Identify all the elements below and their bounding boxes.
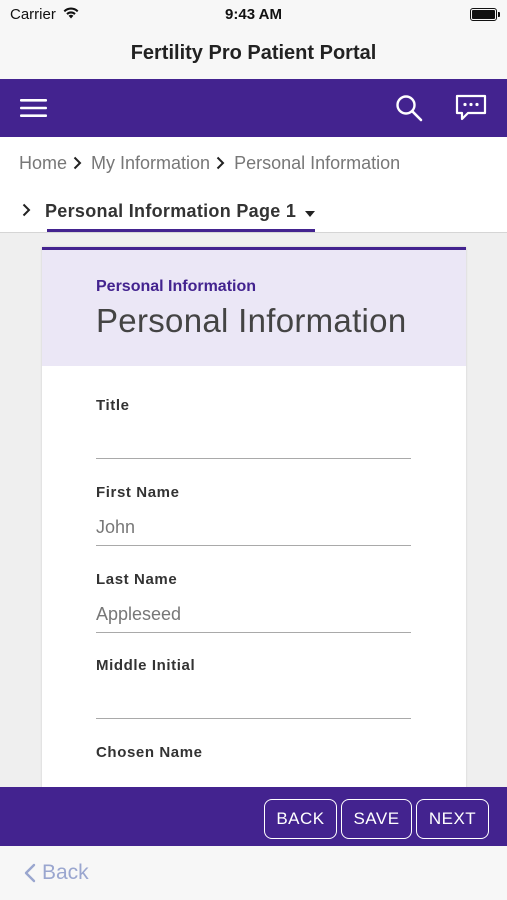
next-button[interactable]: NEXT [416, 799, 489, 839]
title-field: Title [96, 397, 411, 459]
card-subtitle: Personal Information [96, 278, 257, 295]
caret-down-icon [305, 211, 316, 217]
nav-back-link[interactable]: Back [24, 861, 89, 885]
nav-back-label: Back [42, 861, 89, 884]
page-selector-dropdown[interactable]: Personal Information Page 1 [22, 189, 316, 233]
first-name-input[interactable] [96, 510, 411, 546]
breadcrumb-personal-information: Personal Information [234, 152, 401, 173]
page-selector-underline [47, 229, 315, 232]
chevron-right-icon [22, 201, 31, 222]
hamburger-menu-icon[interactable] [20, 98, 47, 118]
last-name-label: Last Name [96, 571, 178, 588]
app-title: Fertility Pro Patient Portal [130, 42, 377, 64]
bottom-nav-bar: Back [0, 846, 507, 900]
title-label: Title [96, 397, 130, 414]
page-selector: Personal Information Page 1 [0, 189, 507, 233]
breadcrumb: Home My Information Personal Information [0, 137, 507, 189]
chevron-right-icon [73, 156, 82, 170]
card-title: Personal Information [96, 302, 407, 339]
chosen-name-label: Chosen Name [96, 744, 203, 761]
last-name-input[interactable] [96, 597, 411, 633]
card-header: Personal Information Personal Informatio… [42, 250, 466, 366]
breadcrumb-home[interactable]: Home [19, 153, 67, 174]
middle-initial-input[interactable] [96, 683, 411, 719]
bottom-action-bar: BACK SAVE NEXT [0, 787, 507, 846]
breadcrumb-my-information[interactable]: My Information [91, 153, 210, 174]
chevron-right-icon [216, 156, 225, 170]
nav-actions [395, 94, 487, 122]
wifi-icon [62, 6, 80, 23]
search-icon[interactable] [395, 94, 423, 122]
last-name-field: Last Name [96, 571, 411, 633]
middle-initial-label: Middle Initial [96, 657, 196, 674]
status-left: Carrier [10, 6, 80, 23]
chat-bubble-icon[interactable] [455, 94, 487, 122]
first-name-field: First Name [96, 484, 411, 546]
status-bar: Carrier 9:43 AM [0, 0, 507, 28]
back-button[interactable]: BACK [264, 799, 337, 839]
form-card: Personal Information Personal Informatio… [42, 247, 466, 807]
app-title-bar: Fertility Pro Patient Portal [0, 28, 507, 79]
first-name-label: First Name [96, 484, 180, 501]
page-selector-label: Personal Information Page 1 [45, 200, 297, 221]
chevron-left-icon [24, 863, 36, 883]
save-button[interactable]: SAVE [341, 799, 412, 839]
title-input[interactable] [96, 423, 411, 459]
carrier-label: Carrier [10, 5, 56, 23]
middle-initial-field: Middle Initial [96, 657, 411, 719]
nav-bar [0, 79, 507, 137]
battery-icon [470, 7, 500, 21]
